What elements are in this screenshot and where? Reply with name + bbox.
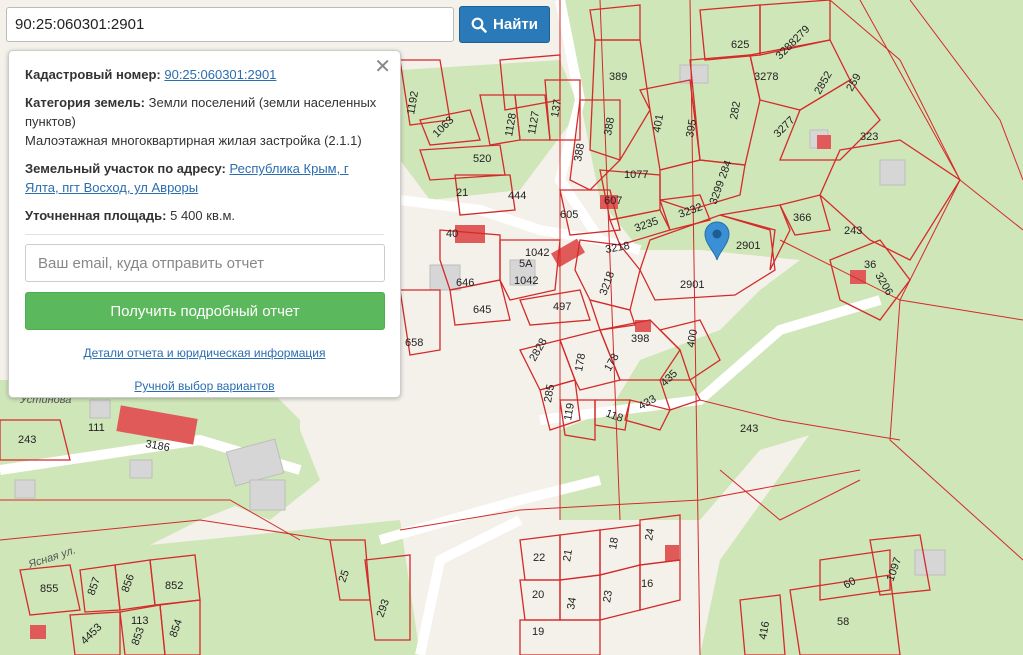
parcel-label: 40 [446,228,458,240]
parcel-label: 1077 [624,169,648,181]
cadastral-label: Кадастровый номер: [25,67,161,82]
parcel-label: 605 [560,209,578,221]
parcel-label: 19 [532,626,544,638]
parcel-label: 111 [88,422,105,434]
parcel-label: 852 [165,580,183,592]
parcel-label: 646 [456,277,474,289]
get-report-button-label: Получить подробный отчет [110,302,300,320]
parcel-label: 23 [601,589,615,603]
parcel-label: 497 [553,301,571,313]
parcel-label: 34 [565,596,579,610]
category-row: Категория земель: Земли поселений (земли… [25,93,384,150]
search-input[interactable] [6,7,454,42]
area-label: Уточненная площадь: [25,208,167,223]
parcel-label: 855 [40,583,58,595]
email-field[interactable] [25,244,385,282]
category-label: Категория земель: [25,95,146,110]
parcel-label: 21 [561,548,575,562]
area-row: Уточненная площадь: 5 400 кв.м. [25,206,384,225]
divider [25,234,384,235]
parcel-label: 2901 [680,279,704,291]
details-link[interactable]: Детали отчета и юридическая информация [84,346,326,360]
parcel-label: 243 [18,434,36,446]
parcel-label: 1042 [514,275,538,287]
parcel-label: 243 [740,423,758,435]
parcel-label: 520 [473,153,491,165]
parcel-label: 3278 [754,71,778,83]
parcel-label: 24 [643,527,657,541]
area-value: 5 400 кв.м. [170,208,236,223]
parcel-label: 20 [532,589,544,601]
address-row: Земельный участок по адресу: Республика … [25,159,384,197]
parcel-label: 22 [533,552,545,564]
cadastral-number-link[interactable]: 90:25:060301:2901 [164,67,276,82]
search-button[interactable]: Найти [459,6,550,43]
parcel-label: 607 [604,195,622,207]
parcel-label: 58 [837,616,849,628]
manual-link-row: Ручной выбор вариантов [25,377,384,396]
search-button-label: Найти [493,16,538,33]
address-label: Земельный участок по адресу: [25,161,226,176]
parcel-label: 243 [844,225,862,237]
search-icon [471,17,487,33]
parcel-label: 323 [860,131,878,143]
close-icon[interactable]: ✕ [374,57,391,77]
parcel-label: 645 [473,304,491,316]
usage-value: Малоэтажная многоквартирная жилая застро… [25,133,362,148]
parcel-label: 389 [609,71,627,83]
details-link-row: Детали отчета и юридическая информация [25,344,384,363]
parcel-label: 625 [731,39,749,51]
parcel-info-panel: ✕ Кадастровый номер: 90:25:060301:2901 К… [8,50,401,398]
get-report-button[interactable]: Получить подробный отчет [25,292,385,330]
parcel-label: 366 [793,212,811,224]
parcel-label: 658 [405,337,423,349]
manual-selection-link[interactable]: Ручной выбор вариантов [134,379,274,393]
parcel-label: 16 [641,578,653,590]
parcel-label: 5А [519,258,533,270]
parcel-label: 21 [456,187,468,199]
parcel-label: 444 [508,190,526,202]
parcel-label: 2901 [736,240,760,252]
parcel-label: 36 [864,259,876,271]
parcel-label: 398 [631,333,649,345]
parcel-label: 18 [607,536,621,550]
parcel-label: 113 [131,615,149,627]
cadastral-row: Кадастровый номер: 90:25:060301:2901 [25,65,384,84]
